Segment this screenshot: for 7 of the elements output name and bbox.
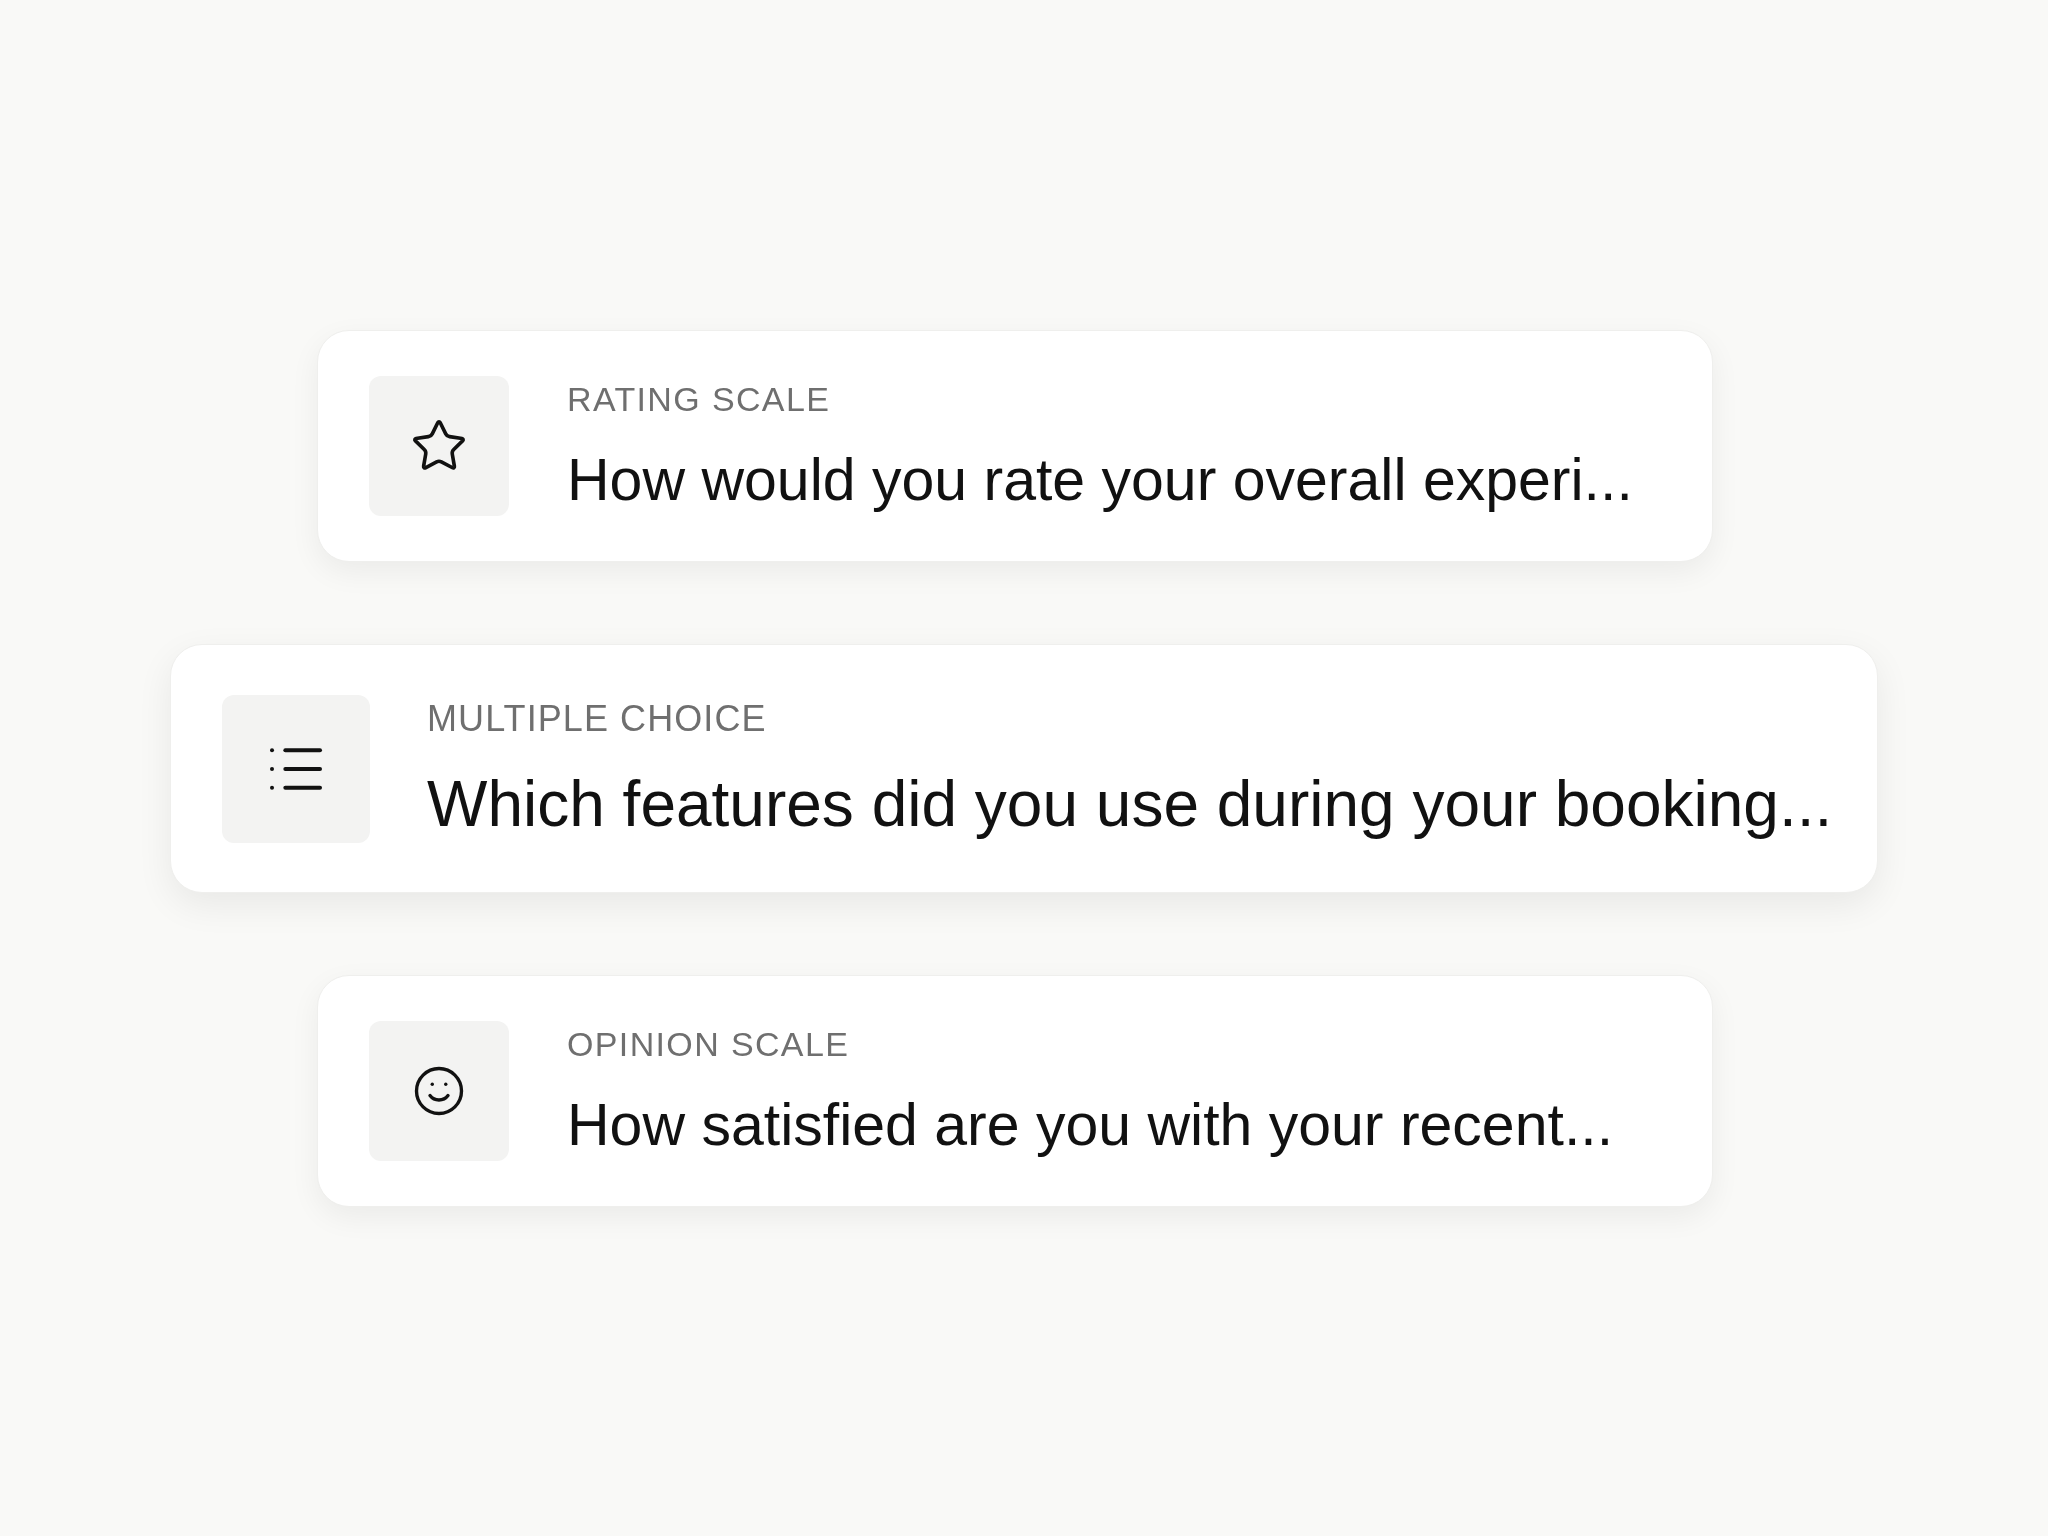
question-text: How would you rate your overall experi... — [567, 451, 1633, 510]
question-type-label: RATING SCALE — [567, 382, 831, 416]
question-type-label: OPINION SCALE — [567, 1027, 850, 1061]
list-icon — [222, 694, 370, 843]
question-text: How satisfied are you with your recent... — [567, 1096, 1614, 1155]
question-type-label: MULTIPLE CHOICE — [427, 701, 767, 737]
smiley-icon — [369, 1021, 509, 1161]
